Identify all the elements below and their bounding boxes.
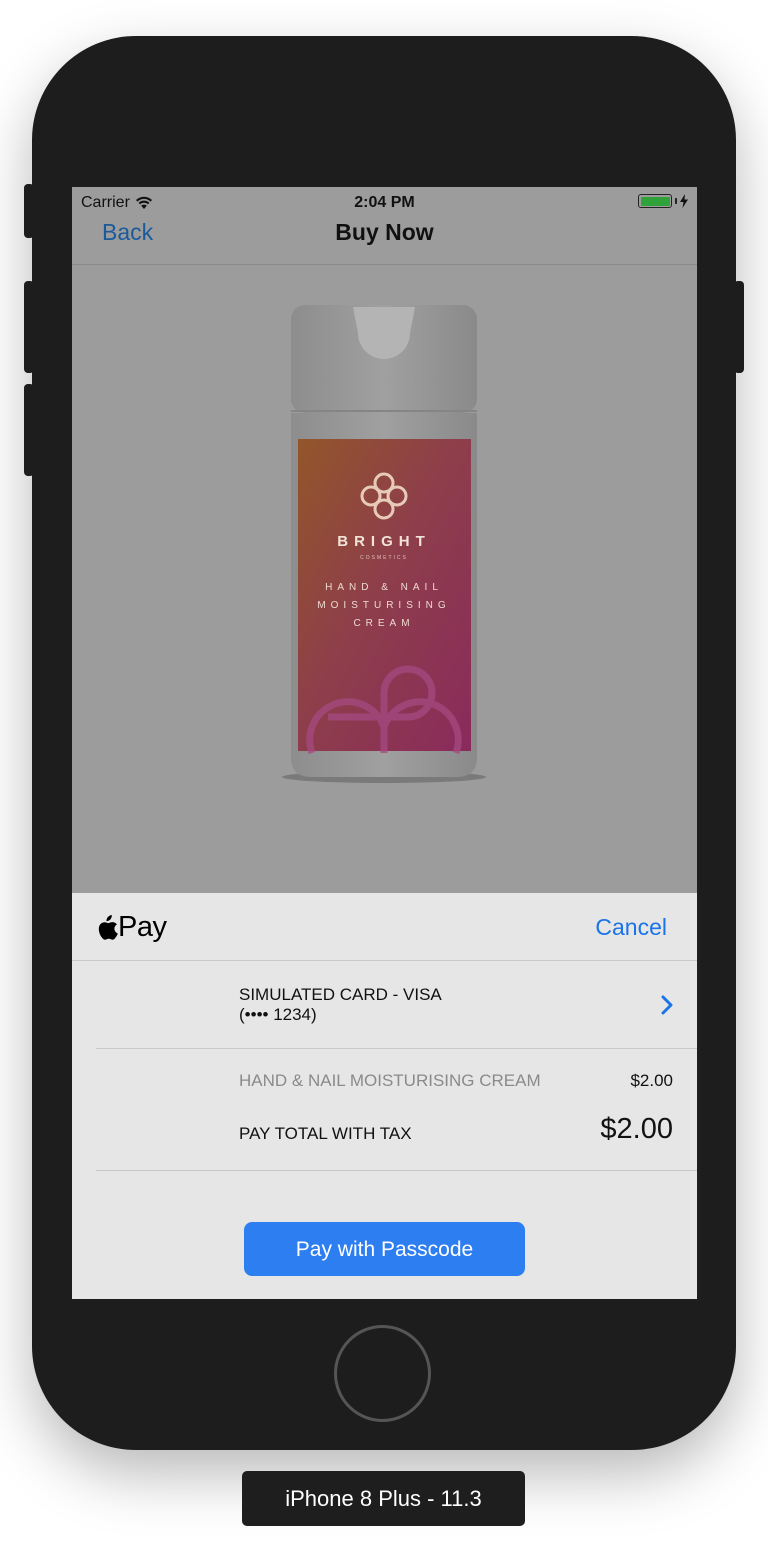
apple-pay-header: Pay Cancel — [72, 893, 697, 961]
volume-down-button — [24, 384, 34, 476]
volume-up-button — [24, 281, 34, 373]
payment-card-row[interactable]: SIMULATED CARD - VISA (•••• 1234) — [96, 961, 697, 1049]
chevron-right-icon — [661, 995, 673, 1015]
phone-screen: Carrier 2:04 PM Back Buy Now BRIGHT COSM… — [72, 187, 697, 1299]
payment-summary: HAND & NAIL MOISTURISING CREAM $2.00 PAY… — [96, 1049, 697, 1171]
status-time: 2:04 PM — [354, 194, 415, 211]
navigation-bar: Back Buy Now — [72, 221, 697, 265]
battery-tip — [675, 198, 677, 204]
apple-pay-logo-text: Pay — [118, 911, 167, 943]
power-button — [734, 281, 744, 373]
line-item-label: HAND & NAIL MOISTURISING CREAM — [239, 1071, 541, 1090]
label-brand-sub: COSMETICS — [360, 555, 408, 561]
battery-level — [640, 196, 670, 206]
battery-icon — [638, 194, 672, 208]
label-line-2: MOISTURISING — [317, 600, 450, 611]
product-image: BRIGHT COSMETICS HAND & NAIL MOISTURISIN… — [72, 265, 697, 893]
apple-pay-sheet: Pay Cancel SIMULATED CARD - VISA (•••• 1… — [72, 893, 697, 1299]
payment-card-text: SIMULATED CARD - VISA (•••• 1234) — [239, 985, 442, 1025]
mute-switch — [24, 184, 34, 238]
label-brand: BRIGHT — [337, 533, 431, 550]
apple-pay-logo: Pay — [96, 911, 167, 944]
total-price: $2.00 — [600, 1113, 673, 1145]
page-title: Buy Now — [335, 219, 434, 245]
status-bar: Carrier 2:04 PM — [72, 187, 697, 221]
card-name: SIMULATED CARD - VISA — [239, 985, 442, 1004]
bolt-icon — [680, 194, 688, 208]
apple-icon — [98, 914, 118, 940]
card-number: (•••• 1234) — [239, 1005, 317, 1024]
home-button[interactable] — [334, 1325, 431, 1422]
line-item-price: $2.00 — [630, 1071, 673, 1090]
pay-with-passcode-button[interactable]: Pay with Passcode — [244, 1222, 525, 1276]
cancel-button[interactable]: Cancel — [595, 914, 667, 941]
label-line-3: CREAM — [353, 618, 414, 629]
status-battery — [638, 194, 688, 208]
label-line-1: HAND & NAIL — [325, 582, 443, 593]
total-label: PAY TOTAL WITH TAX — [239, 1124, 412, 1143]
product-bottle-image: BRIGHT COSMETICS HAND & NAIL MOISTURISIN… — [282, 305, 486, 783]
device-label: iPhone 8 Plus - 11.3 — [242, 1471, 525, 1526]
